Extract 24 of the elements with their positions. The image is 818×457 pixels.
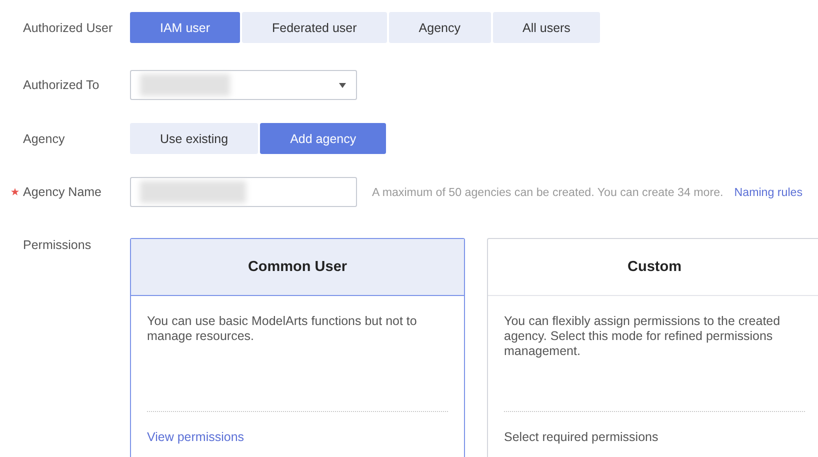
dropdown-field[interactable] [130,70,357,100]
permission-card[interactable]: Custom You can flexibly assign permissions to the created agency. Select this mode for refined permissions management. Select required permissions [487,238,818,457]
field-label: Agency Name [23,185,102,199]
hint-text: A maximum of 50 agencies can be created. You can create 34 more. [372,186,724,198]
card-description: You can flexibly assign permissions to the created agency. Select this mode for refined permissions management. [503,313,782,360]
field-label: Authorized To [23,78,100,92]
view-permissions-link[interactable]: View permissions [147,430,244,444]
caret-icon [339,83,346,88]
naming-rules-link[interactable]: Naming rules [734,186,803,198]
card-title: Custom [488,239,818,296]
field-label: Permissions [23,238,92,252]
permission-card[interactable]: Common User You can use basic ModelArts functions but not to manage resources. View permissions [130,238,465,457]
field-label: Agency [23,132,65,146]
card-footer-text: Select required permissions [504,430,658,444]
segment-tab[interactable]: Use existing [130,123,258,154]
card-title: Common User [131,239,464,296]
input-field[interactable] [130,177,357,207]
segment-tab[interactable]: Agency [388,12,490,43]
segment-tab[interactable]: IAM user [130,12,240,43]
segment-tab[interactable]: Federated user [242,12,387,43]
field-label: Authorized User [23,20,113,34]
segment-tab[interactable]: All users [492,12,600,43]
segment-tab[interactable]: Add agency [260,123,386,154]
card-description: You can use basic ModelArts functions but not to manage resources. [146,313,418,345]
